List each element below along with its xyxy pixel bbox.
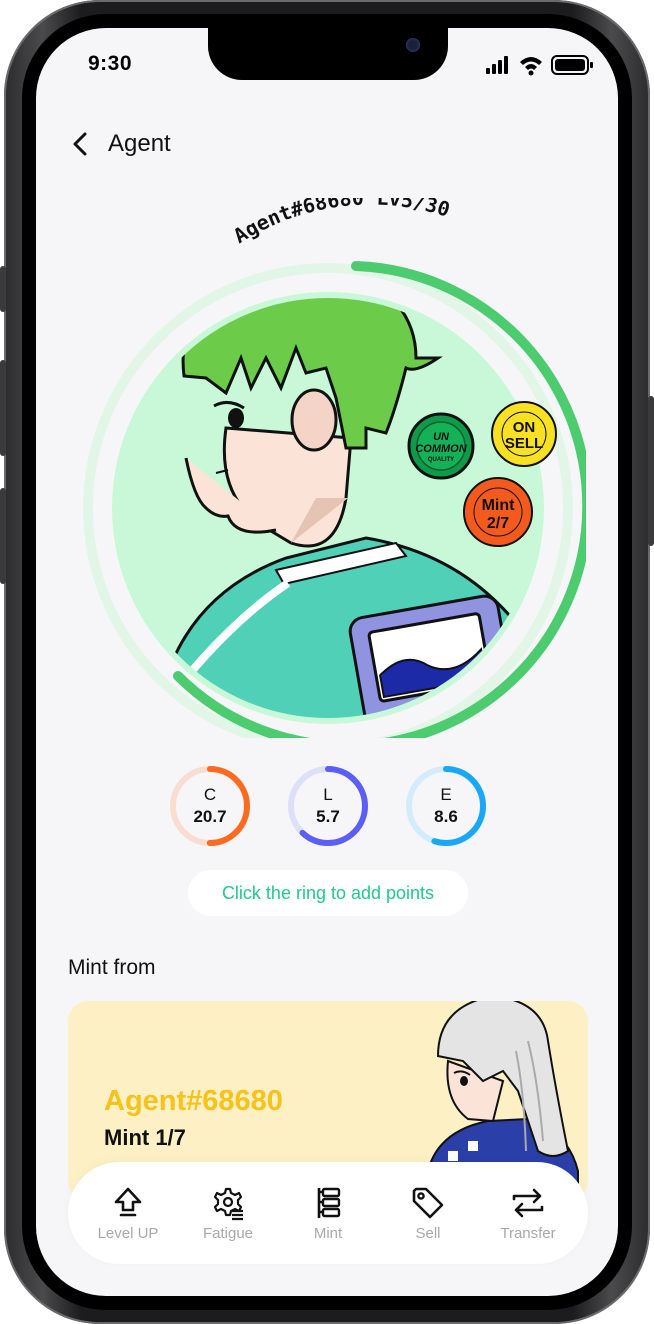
- agent-level-label: Agent#68680 Lv5/30: [229, 198, 453, 248]
- stat-ring-c[interactable]: C 20.7: [168, 764, 252, 848]
- svg-text:ON: ON: [513, 419, 536, 436]
- mint-source-count: Mint 1/7: [104, 1125, 186, 1150]
- ring-graphic: [288, 766, 368, 846]
- tab-level-up[interactable]: Level UP: [83, 1185, 173, 1242]
- status-icons: [486, 55, 593, 76]
- wifi-icon: [520, 57, 542, 76]
- volume-up-button: [0, 360, 6, 456]
- power-button: [648, 396, 654, 546]
- add-points-hint[interactable]: Click the ring to add points: [188, 870, 468, 916]
- stat-value: 8.6: [434, 807, 458, 826]
- mint-source-name: Agent#68680: [104, 1085, 283, 1117]
- transfer-icon: [512, 1188, 544, 1217]
- tab-fatigue[interactable]: Fatigue: [183, 1185, 273, 1242]
- ring-graphic: [170, 766, 250, 846]
- tab-label: Sell: [415, 1224, 441, 1242]
- tab-mint[interactable]: Mint: [283, 1185, 373, 1242]
- stat-label: E: [440, 785, 452, 804]
- on-sell-badge: ON SELL: [491, 401, 557, 467]
- stat-ring-l[interactable]: L 5.7: [286, 764, 370, 848]
- action-tab-bar: Level UP Fatigue Mint Sell Transfer: [68, 1162, 588, 1264]
- stat-rings: C 20.7 L 5.7 E 8.6: [36, 764, 618, 854]
- svg-text:UN: UN: [433, 431, 450, 443]
- tab-label: Fatigue: [202, 1224, 254, 1242]
- svg-text:QUALITY: QUALITY: [428, 457, 454, 463]
- battery-icon: [551, 55, 593, 75]
- signal-icon: [486, 56, 508, 74]
- stat-value: 5.7: [316, 807, 340, 826]
- tab-label: Level UP: [97, 1224, 159, 1242]
- stat-ring-e[interactable]: E 8.6: [404, 764, 488, 848]
- back-button[interactable]: [66, 129, 94, 159]
- svg-text:COMMON: COMMON: [415, 443, 467, 455]
- camera-icon: [406, 38, 420, 52]
- agent-avatar[interactable]: UN COMMON QUALITY ON SELL Mint 2/7 Agent…: [66, 198, 586, 738]
- svg-text:SELL: SELL: [505, 435, 543, 452]
- stat-label: L: [323, 785, 333, 804]
- page-title: Agent: [108, 130, 171, 157]
- stat-label: C: [203, 785, 217, 804]
- notch: [208, 28, 448, 80]
- mint-count-badge: Mint 2/7: [463, 477, 533, 547]
- status-time: 9:30: [88, 52, 133, 75]
- tab-sell[interactable]: Sell: [383, 1185, 473, 1242]
- stat-value: 20.7: [193, 807, 227, 826]
- tab-transfer[interactable]: Transfer: [483, 1185, 573, 1242]
- screen: 9:30 Agent UN COMMON QUALITY ON SELL Min…: [36, 28, 618, 1296]
- volume-down-button: [0, 488, 6, 584]
- chevron-left-icon: [73, 132, 87, 156]
- tab-label: Mint: [313, 1224, 343, 1242]
- mint-from-title: Mint from: [68, 956, 156, 979]
- header: Agent: [66, 124, 171, 164]
- ring-graphic: [406, 766, 486, 846]
- fatigue-icon: [213, 1187, 243, 1220]
- mute-switch: [0, 266, 6, 312]
- mint-icon: [317, 1187, 341, 1218]
- sell-tag-icon: [412, 1187, 444, 1218]
- uncommon-quality-badge: UN COMMON QUALITY: [407, 412, 475, 480]
- svg-text:2/7: 2/7: [487, 515, 509, 532]
- level-up-icon: [114, 1187, 142, 1216]
- tab-label: Transfer: [500, 1224, 556, 1242]
- svg-text:Mint: Mint: [482, 497, 516, 514]
